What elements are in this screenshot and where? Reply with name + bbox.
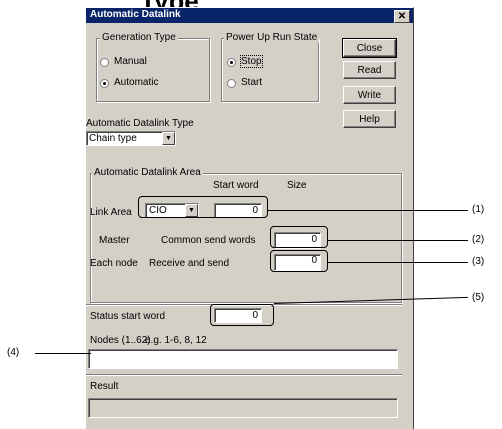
divider — [86, 374, 402, 376]
status-start-word-label: Status start word — [90, 311, 166, 322]
automatic-radio[interactable] — [100, 79, 109, 88]
stop-radio[interactable] — [227, 58, 236, 67]
callout-1-label: (1) — [472, 204, 485, 215]
datalink-type-select[interactable]: Chain type ▼ — [86, 131, 176, 146]
stop-label: Stop — [240, 55, 263, 68]
generation-type-label: Generation Type — [100, 32, 178, 43]
automatic-label: Automatic — [114, 77, 159, 88]
read-button[interactable]: Read — [343, 61, 396, 79]
power-up-run-state-label: Power Up Run State — [224, 32, 320, 43]
master-label: Master — [99, 235, 130, 246]
result-label: Result — [90, 381, 119, 392]
callout-4-leader — [35, 353, 91, 354]
callout-1-highlight — [138, 196, 268, 218]
window-title: Automatic Datalink — [90, 9, 181, 20]
receive-and-send-label: Receive and send — [149, 258, 230, 269]
generation-type-group — [96, 38, 210, 102]
close-window-icon[interactable]: ✕ — [394, 10, 410, 23]
datalink-type-value: Chain type — [89, 133, 137, 144]
close-button[interactable]: Close — [342, 38, 397, 58]
callout-5-highlight — [210, 304, 274, 326]
chevron-down-icon[interactable]: ▼ — [162, 132, 175, 145]
help-button[interactable]: Help — [343, 110, 396, 128]
common-send-words-label: Common send words — [161, 235, 256, 246]
datalink-type-label: Automatic Datalink Type — [86, 118, 194, 129]
nodes-example: e.g. 1-6, 8, 12 — [145, 335, 207, 346]
callout-3-label: (3) — [472, 256, 485, 267]
manual-radio[interactable] — [100, 58, 109, 67]
size-header: Size — [287, 180, 307, 191]
callout-5-label: (5) — [472, 292, 485, 303]
manual-label: Manual — [114, 56, 147, 67]
nodes-label: Nodes (1..62) — [90, 335, 151, 346]
start-word-header: Start word — [213, 180, 259, 191]
write-button[interactable]: Write — [343, 86, 396, 104]
callout-3-highlight — [270, 250, 328, 272]
link-area-label: Link Area — [90, 207, 132, 218]
callout-1-leader — [268, 210, 468, 211]
callout-2-leader — [328, 240, 468, 241]
callout-3-leader — [328, 262, 468, 263]
title-bar: Automatic Datalink ✕ — [86, 8, 413, 23]
power-up-run-state-group — [221, 38, 319, 102]
datalink-area-label: Automatic Datalink Area — [92, 167, 203, 178]
start-label: Start — [241, 77, 263, 88]
callout-4-label: (4) — [7, 347, 20, 358]
result-output — [88, 398, 398, 418]
start-radio[interactable] — [227, 79, 236, 88]
callout-2-label: (2) — [472, 234, 485, 245]
callout-2-highlight — [270, 226, 328, 248]
automatic-datalink-dialog: Automatic Datalink ✕ Generation Type Man… — [85, 7, 414, 429]
nodes-input[interactable] — [88, 349, 398, 369]
each-node-label: Each node — [90, 258, 138, 269]
